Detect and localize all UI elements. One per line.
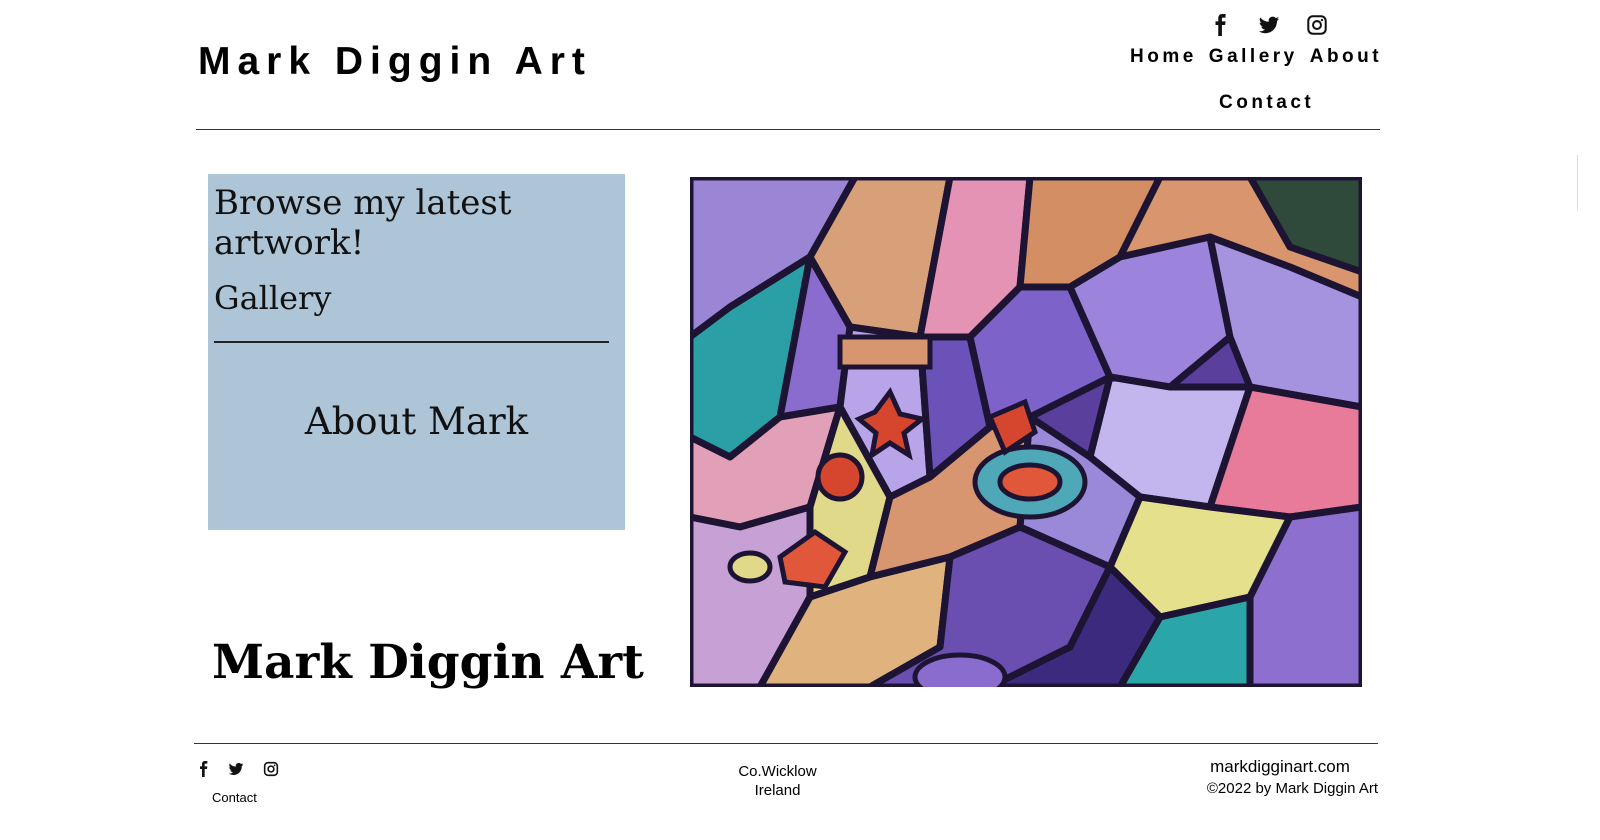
twitter-link-footer[interactable] [228,758,246,780]
nav-home[interactable]: Home [1130,46,1197,68]
instagram-icon [263,761,279,777]
panel-gallery-link[interactable]: Gallery [214,279,331,317]
panel-divider [214,341,609,343]
nav-gallery[interactable]: Gallery [1209,46,1298,68]
instagram-link-header[interactable] [1302,10,1332,40]
instagram-link-footer[interactable] [263,758,279,780]
facebook-icon [200,761,208,777]
brand-heading: Mark Diggin Art [212,635,644,690]
scrollbar-track[interactable] [1577,155,1578,210]
instagram-icon [1307,15,1327,35]
twitter-icon [228,762,244,775]
nav-about[interactable]: About [1310,46,1382,68]
header-divider [196,129,1380,130]
footer-location: Co.Wicklow Ireland [700,762,855,800]
footer-divider [194,743,1378,744]
twitter-link-header[interactable] [1253,10,1285,40]
nav-contact[interactable]: Contact [1219,92,1314,114]
footer-website-link[interactable]: markdigginart.com [1180,757,1380,777]
twitter-icon [1258,16,1280,34]
featured-artwork[interactable] [690,177,1362,687]
facebook-link-footer[interactable] [196,758,212,780]
site-title[interactable]: Mark Diggin Art [198,40,592,84]
footer-contact-link[interactable]: Contact [212,790,257,805]
artwork-image [690,177,1362,687]
location-region: Co.Wicklow [738,763,817,780]
facebook-link-header[interactable] [1206,10,1236,40]
main-nav: Home Gallery About [1130,46,1382,68]
footer-copyright: ©2022 by Mark Diggin Art [1206,780,1378,797]
panel-about-link[interactable]: About Mark [208,400,625,443]
location-country: Ireland [754,782,801,799]
panel-heading: Browse my latest artwork! [214,183,512,263]
facebook-icon [1215,14,1226,36]
